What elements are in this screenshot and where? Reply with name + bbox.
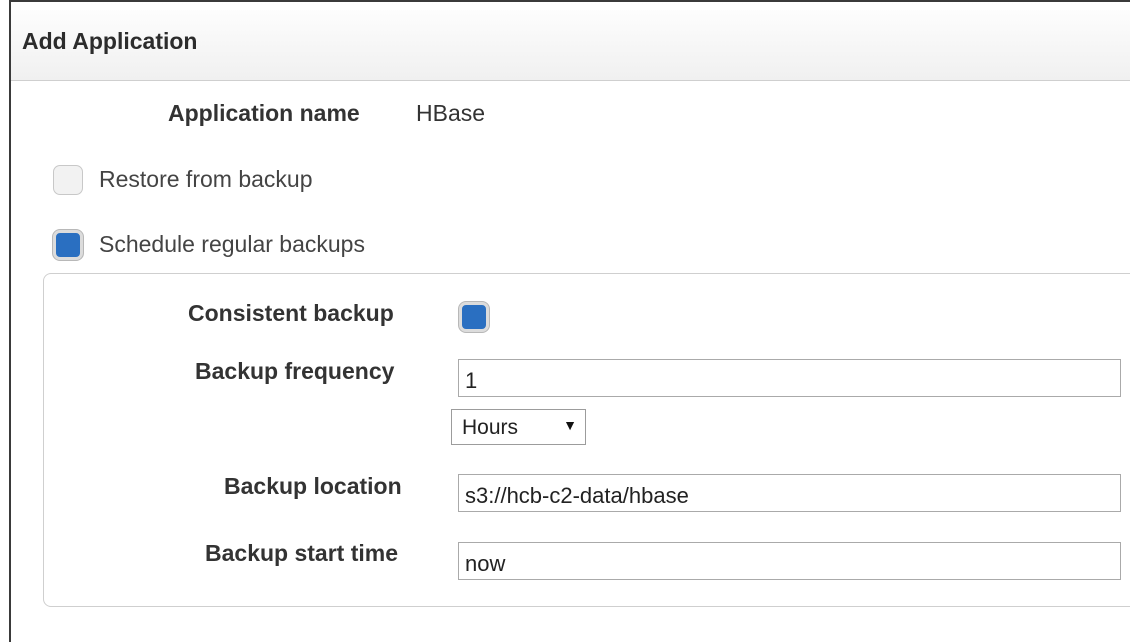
backup-frequency-input[interactable]: 1 [458, 359, 1121, 397]
schedule-regular-backups-checkbox[interactable] [53, 230, 83, 260]
consistent-backup-label: Consistent backup [188, 300, 394, 326]
schedule-regular-backups-label[interactable]: Schedule regular backups [99, 231, 365, 258]
frequency-unit-value: Hours [462, 416, 519, 439]
dialog-header: Add Application [11, 2, 1130, 81]
backup-location-label: Backup location [224, 473, 402, 499]
backup-start-time-input[interactable]: now [458, 542, 1121, 580]
restore-from-backup-label[interactable]: Restore from backup [99, 166, 312, 193]
application-name-value: HBase [416, 100, 486, 126]
dialog-title: Add Application [22, 28, 198, 54]
consistent-backup-checkbox[interactable] [459, 302, 489, 332]
caret-down-icon: ▼ [563, 417, 577, 433]
backup-location-input[interactable]: s3://hcb-c2-data/hbase [458, 474, 1121, 512]
frequency-unit-select[interactable]: Hours ▼ [451, 409, 586, 445]
backup-frequency-label: Backup frequency [195, 358, 395, 384]
restore-from-backup-checkbox[interactable] [53, 165, 83, 195]
backup-start-time-label: Backup start time [205, 540, 399, 566]
application-name-label: Application name [168, 100, 360, 126]
